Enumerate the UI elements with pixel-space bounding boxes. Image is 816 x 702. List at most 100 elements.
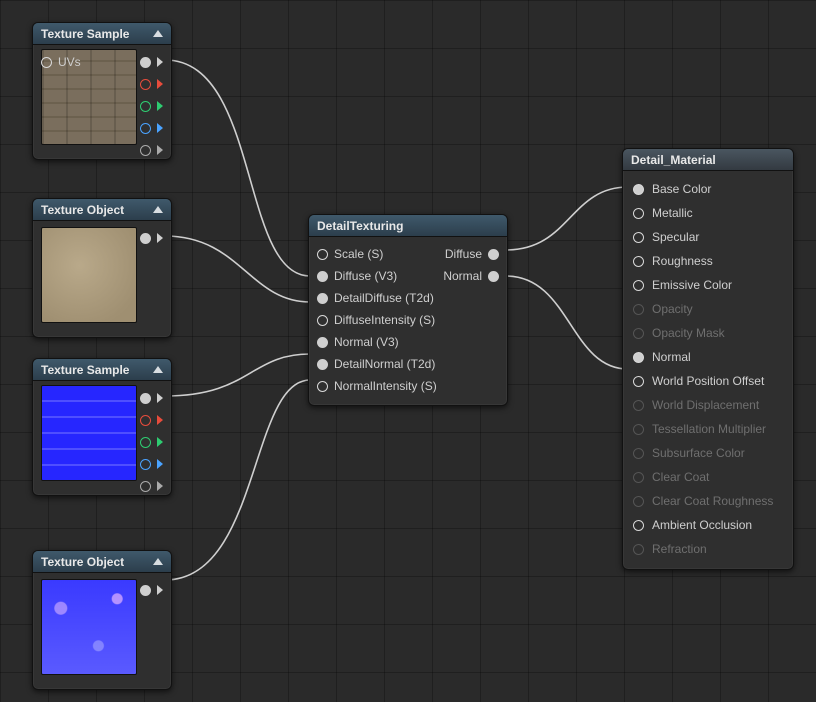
material-input-pin — [633, 544, 644, 555]
output-pin-diffuse[interactable] — [488, 249, 499, 260]
node-header[interactable]: Texture Object — [33, 551, 171, 573]
texture-preview-icon — [41, 385, 137, 481]
material-input-row: Metallic — [623, 201, 793, 225]
pin-label: Diffuse (V3) — [334, 269, 397, 283]
node-texture-object-2[interactable]: Texture Object — [32, 550, 172, 690]
material-pin-label: Subsurface Color — [652, 446, 745, 460]
input-pin[interactable] — [317, 271, 328, 282]
output-pin-g[interactable] — [140, 101, 151, 112]
output-pin[interactable] — [140, 585, 151, 596]
node-title: Texture Object — [41, 555, 124, 569]
node-title: DetailTexturing — [317, 219, 403, 233]
node-detail-texturing[interactable]: DetailTexturing Scale (S) Diffuse Diffus… — [308, 214, 508, 406]
pin-label: Normal — [443, 269, 482, 283]
pin-label: Scale (S) — [334, 247, 383, 261]
pin-label: Normal (V3) — [334, 335, 399, 349]
material-input-pin[interactable] — [633, 520, 644, 531]
collapse-icon[interactable] — [153, 206, 163, 213]
input-pin[interactable] — [317, 337, 328, 348]
output-pin-normal[interactable] — [488, 271, 499, 282]
output-pin-a[interactable] — [140, 481, 151, 492]
output-pin-white[interactable] — [140, 57, 151, 68]
arrow-icon — [157, 415, 163, 425]
material-input-pin[interactable] — [633, 184, 644, 195]
material-input-pin — [633, 472, 644, 483]
arrow-icon — [157, 459, 163, 469]
material-input-row: Base Color — [623, 177, 793, 201]
node-header[interactable]: Texture Object — [33, 199, 171, 221]
material-input-row: Opacity — [623, 297, 793, 321]
output-pin-r[interactable] — [140, 415, 151, 426]
material-input-row: World Position Offset — [623, 369, 793, 393]
input-pin[interactable] — [317, 359, 328, 370]
material-input-pin — [633, 424, 644, 435]
output-pin-b[interactable] — [140, 459, 151, 470]
input-pin[interactable] — [317, 315, 328, 326]
arrow-icon — [157, 393, 163, 403]
input-pin[interactable] — [317, 381, 328, 392]
node-title: Detail_Material — [631, 153, 716, 167]
arrow-icon — [157, 585, 163, 595]
material-pin-label: World Position Offset — [652, 374, 764, 388]
output-pin-white[interactable] — [140, 393, 151, 404]
collapse-icon[interactable] — [153, 30, 163, 37]
material-input-row: Ambient Occlusion — [623, 513, 793, 537]
arrow-icon — [157, 437, 163, 447]
node-texture-object-1[interactable]: Texture Object — [32, 198, 172, 338]
pin-label: UVs — [58, 55, 81, 69]
output-pin-g[interactable] — [140, 437, 151, 448]
material-input-pin — [633, 496, 644, 507]
node-header[interactable]: Texture Sample — [33, 23, 171, 45]
pin-label: Diffuse — [445, 247, 482, 261]
material-input-row: Refraction — [623, 537, 793, 561]
input-pin-uvs[interactable] — [41, 57, 52, 68]
material-input-row: Clear Coat — [623, 465, 793, 489]
material-input-pin[interactable] — [633, 280, 644, 291]
material-pin-label: Specular — [652, 230, 699, 244]
pin-label: NormalIntensity (S) — [334, 379, 437, 393]
material-pin-label: Opacity — [652, 302, 693, 316]
material-input-pin[interactable] — [633, 208, 644, 219]
arrow-icon — [157, 101, 163, 111]
collapse-icon[interactable] — [153, 558, 163, 565]
input-pin[interactable] — [317, 293, 328, 304]
material-pin-label: Tessellation Multiplier — [652, 422, 766, 436]
material-input-row: Tessellation Multiplier — [623, 417, 793, 441]
node-title: Texture Sample — [41, 363, 129, 377]
collapse-icon[interactable] — [153, 366, 163, 373]
material-input-row: Roughness — [623, 249, 793, 273]
material-input-row: World Displacement — [623, 393, 793, 417]
node-title: Texture Object — [41, 203, 124, 217]
material-pin-label: Clear Coat Roughness — [652, 494, 773, 508]
material-input-pin — [633, 304, 644, 315]
material-input-pin — [633, 448, 644, 459]
output-pin-b[interactable] — [140, 123, 151, 134]
output-pin-r[interactable] — [140, 79, 151, 90]
node-texture-sample-1[interactable]: Texture Sample UVs — [32, 22, 172, 160]
material-input-row: Emissive Color — [623, 273, 793, 297]
pin-label: DetailNormal (T2d) — [334, 357, 435, 371]
node-header[interactable]: Detail_Material — [623, 149, 793, 171]
node-texture-sample-2[interactable]: Texture Sample UVs — [32, 358, 172, 496]
material-pin-label: Normal — [652, 350, 691, 364]
material-input-row: Specular — [623, 225, 793, 249]
material-input-pin — [633, 328, 644, 339]
material-pin-label: Base Color — [652, 182, 711, 196]
material-pin-label: Emissive Color — [652, 278, 732, 292]
arrow-icon — [157, 57, 163, 67]
node-header[interactable]: Texture Sample — [33, 359, 171, 381]
output-pin-a[interactable] — [140, 145, 151, 156]
material-input-pin[interactable] — [633, 256, 644, 267]
arrow-icon — [157, 145, 163, 155]
material-pin-label: Ambient Occlusion — [652, 518, 752, 532]
input-pin[interactable] — [317, 249, 328, 260]
material-input-row: Clear Coat Roughness — [623, 489, 793, 513]
material-input-pin[interactable] — [633, 352, 644, 363]
node-header[interactable]: DetailTexturing — [309, 215, 507, 237]
material-input-row: Subsurface Color — [623, 441, 793, 465]
material-input-pin[interactable] — [633, 232, 644, 243]
material-input-row: Opacity Mask — [623, 321, 793, 345]
output-pin[interactable] — [140, 233, 151, 244]
material-input-pin[interactable] — [633, 376, 644, 387]
node-material-output[interactable]: Detail_Material Base Color Metallic Specul… — [622, 148, 794, 570]
